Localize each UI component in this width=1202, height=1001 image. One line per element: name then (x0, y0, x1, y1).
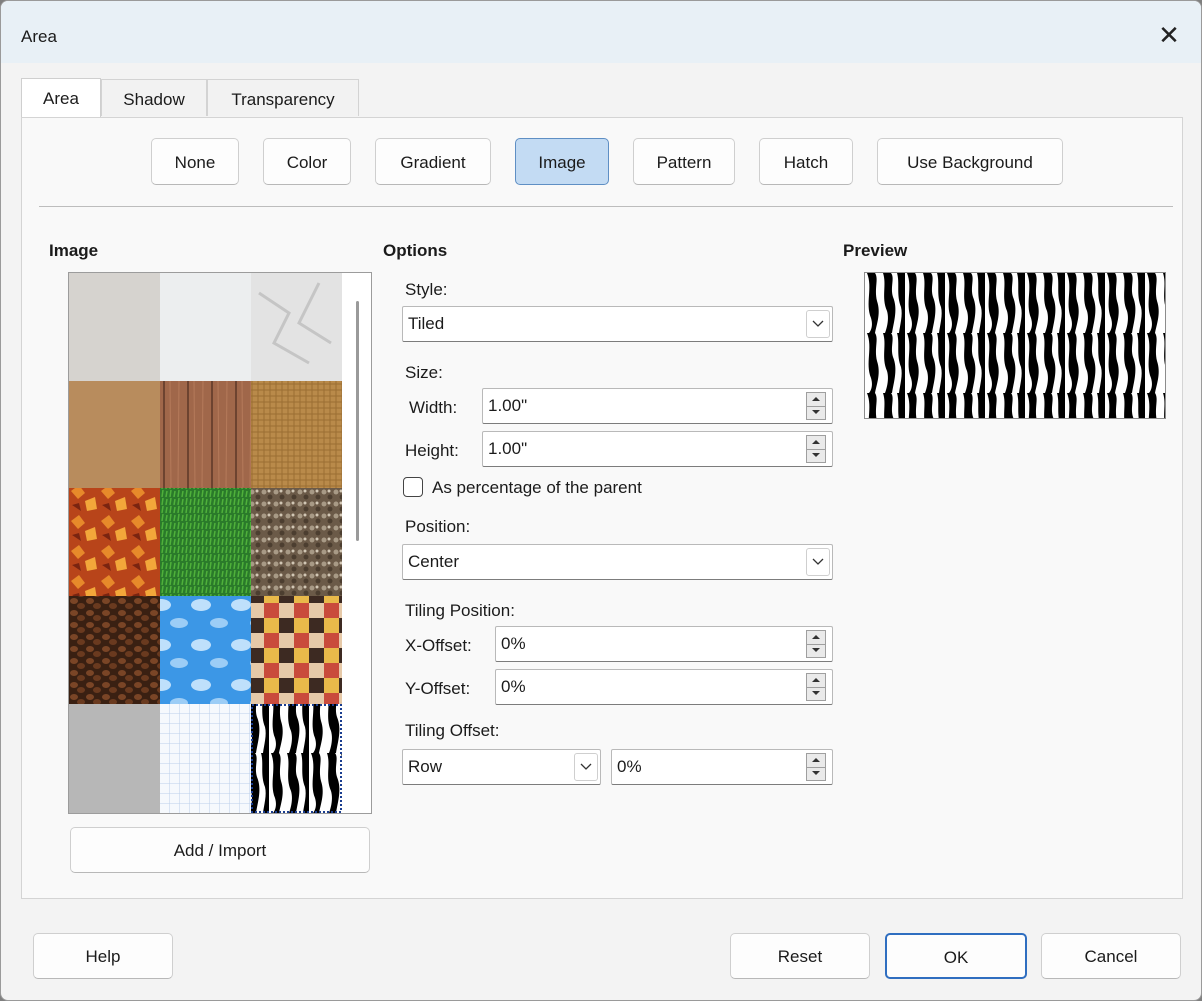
tile-autumn-leaves (69, 488, 160, 596)
height-value: 1.00" (488, 439, 528, 458)
chevron-down-icon[interactable] (574, 753, 598, 781)
y-offset-value: 0% (501, 677, 526, 696)
divider (39, 206, 1173, 207)
tile-grid-paper (160, 704, 251, 813)
tab-transparency[interactable]: Transparency (207, 79, 359, 116)
tiling-offset-mode-value: Row (408, 757, 443, 776)
spin-down-icon[interactable] (807, 406, 825, 419)
tile-concrete-gray (69, 704, 160, 813)
zebra-preview-image (865, 273, 1165, 418)
x-offset-spinner[interactable] (806, 630, 826, 658)
style-label: Style: (405, 280, 448, 299)
options-heading: Options (383, 241, 448, 260)
spin-up-icon[interactable] (807, 393, 825, 407)
tile-concrete-light (69, 273, 160, 381)
tile-sky-clouds (160, 596, 251, 704)
tile-burlap (251, 381, 342, 488)
percentage-checkbox[interactable] (403, 477, 423, 497)
none-button[interactable]: None (151, 138, 239, 185)
width-value: 1.00" (488, 396, 528, 415)
tab-shadow[interactable]: Shadow (101, 79, 207, 116)
tiling-offset-label: Tiling Offset: (405, 721, 500, 740)
width-spinner[interactable] (806, 392, 826, 420)
spin-down-icon[interactable] (807, 644, 825, 657)
add-import-button[interactable]: Add / Import (70, 827, 370, 873)
image-heading: Image (49, 241, 99, 260)
spin-up-icon[interactable] (807, 754, 825, 768)
image-gallery[interactable] (68, 272, 372, 814)
tile-cardboard (69, 381, 160, 488)
tile-pebbles (251, 488, 342, 596)
tile-crumpled-paper (251, 273, 342, 381)
tile-paper-white (160, 273, 251, 381)
spin-up-icon[interactable] (807, 674, 825, 688)
dialog-title: Area (21, 27, 57, 46)
tile-coffee-beans (69, 596, 160, 704)
tiling-offset-value: 0% (617, 757, 642, 776)
y-offset-field[interactable]: 0% (495, 669, 833, 705)
reset-button[interactable]: Reset (730, 933, 870, 979)
style-value: Tiled (408, 314, 445, 333)
height-label: Height: (405, 441, 459, 460)
x-offset-value: 0% (501, 634, 526, 653)
close-icon[interactable]: ✕ (1149, 15, 1189, 55)
spin-up-icon[interactable] (807, 631, 825, 645)
position-label: Position: (405, 517, 471, 536)
preview-heading: Preview (843, 241, 908, 260)
color-button[interactable]: Color (263, 138, 351, 185)
chevron-down-icon[interactable] (806, 310, 830, 338)
spin-down-icon[interactable] (807, 687, 825, 700)
height-field[interactable]: 1.00" (482, 431, 833, 467)
spin-down-icon[interactable] (807, 767, 825, 780)
tile-grass (160, 488, 251, 596)
chevron-down-icon[interactable] (806, 548, 830, 576)
percentage-label: As percentage of the parent (432, 478, 642, 497)
tile-zebra (251, 704, 342, 813)
help-button[interactable]: Help (33, 933, 173, 979)
height-spinner[interactable] (806, 435, 826, 463)
tile-wood-planks (160, 381, 251, 488)
tab-area[interactable]: Area (21, 78, 101, 118)
gallery-scrollbar[interactable] (356, 301, 359, 541)
title-bar: Area ✕ (1, 1, 1201, 63)
pattern-button[interactable]: Pattern (633, 138, 735, 185)
hatch-button[interactable]: Hatch (759, 138, 853, 185)
size-label: Size: (405, 363, 443, 382)
image-button[interactable]: Image (515, 138, 609, 185)
x-offset-label: X-Offset: (405, 636, 472, 655)
spin-up-icon[interactable] (807, 436, 825, 450)
image-tiles (69, 273, 342, 813)
y-offset-spinner[interactable] (806, 673, 826, 701)
area-dialog: Area ✕ Area Shadow Transparency None Col… (0, 0, 1202, 1001)
cancel-button[interactable]: Cancel (1041, 933, 1181, 979)
width-label: Width: (409, 398, 458, 417)
y-offset-label: Y-Offset: (405, 679, 471, 698)
x-offset-field[interactable]: 0% (495, 626, 833, 662)
preview-box (864, 272, 1166, 419)
use-background-button[interactable]: Use Background (877, 138, 1063, 185)
tiling-offset-field[interactable]: 0% (611, 749, 833, 785)
width-field[interactable]: 1.00" (482, 388, 833, 424)
spin-down-icon[interactable] (807, 449, 825, 462)
tiling-offset-mode-select[interactable]: Row (402, 749, 601, 785)
tile-color-mosaic (251, 596, 342, 704)
gradient-button[interactable]: Gradient (375, 138, 491, 185)
position-value: Center (408, 552, 460, 571)
position-select[interactable]: Center (402, 544, 833, 580)
ok-button[interactable]: OK (885, 933, 1027, 979)
style-select[interactable]: Tiled (402, 306, 833, 342)
tiling-position-label: Tiling Position: (405, 601, 515, 620)
tiling-offset-spinner[interactable] (806, 753, 826, 781)
